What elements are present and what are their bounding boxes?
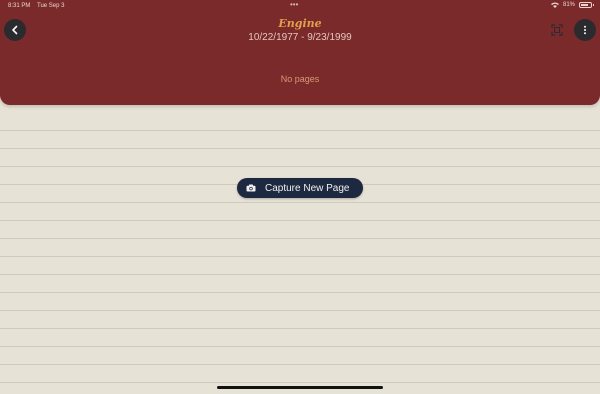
- wifi-icon: [550, 2, 559, 8]
- battery-icon: [579, 2, 594, 8]
- ellipsis-vertical-icon: [584, 25, 586, 35]
- empty-state-text: No pages: [280, 74, 320, 84]
- battery-percent: 81%: [562, 2, 575, 8]
- notebook-title: Engine: [278, 17, 322, 30]
- capture-new-page-label: Capture New Page: [265, 182, 350, 194]
- status-bar: 8:31 PM Tue Sep 3 ••• 81%: [0, 0, 600, 12]
- multitasking-dots[interactable]: •••: [290, 0, 298, 9]
- status-time: 8:31 PM: [8, 3, 31, 9]
- notebook-date-range: 10/22/1977 - 9/23/1999: [248, 32, 352, 43]
- status-right: 81%: [550, 2, 594, 8]
- camera-icon: [246, 184, 256, 192]
- status-date: Tue Sep 3: [37, 3, 65, 9]
- more-options-button[interactable]: [574, 19, 596, 41]
- notebook-header: 8:31 PM Tue Sep 3 ••• 81% Engine 10/22/1…: [0, 0, 600, 105]
- battery-cap: [593, 4, 594, 6]
- home-indicator[interactable]: [217, 386, 383, 389]
- scan-button[interactable]: [550, 23, 564, 37]
- battery-fill: [581, 4, 588, 6]
- capture-new-page-button[interactable]: Capture New Page: [237, 178, 363, 198]
- scan-frame-icon: [551, 24, 563, 36]
